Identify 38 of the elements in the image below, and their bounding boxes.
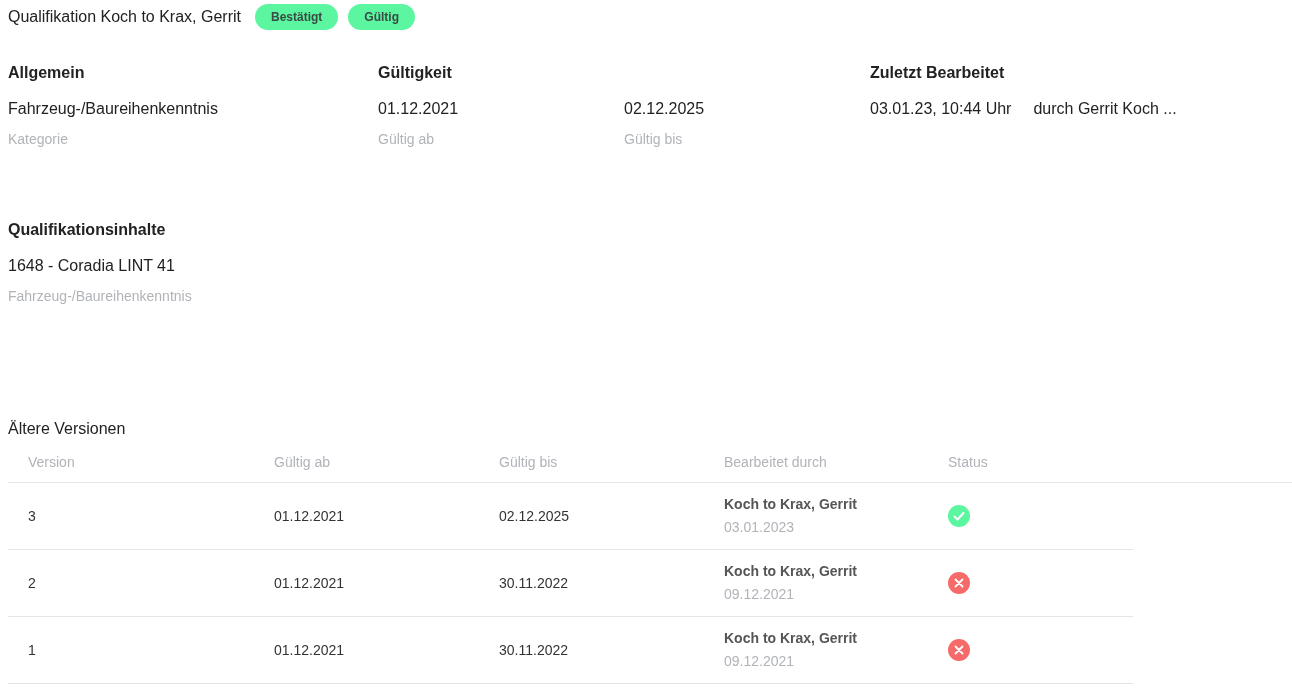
field-label: Gültig bis	[624, 130, 684, 149]
edit-time: 03.01.23, 10:44 Uhr	[870, 99, 1012, 119]
table-cell-text: 3	[28, 506, 37, 526]
column-header: Bearbeitet durch	[724, 453, 828, 472]
field-label: Gültig ab	[378, 130, 436, 149]
section-heading: Zuletzt Bearbeitet	[870, 63, 1006, 83]
edit-date: 09.12.2021	[724, 652, 796, 671]
table-cell-text: 30.11.2022	[499, 640, 570, 660]
field-value: 1648 - Coradia LINT 41	[8, 256, 176, 276]
field-label: Fahrzeug-/Baureihenkenntnis	[8, 287, 193, 306]
editor-name: Koch to Krax, Gerrit	[724, 495, 859, 514]
edited-by: durch Gerrit Koch ...	[1033, 99, 1177, 119]
editor-name: Koch to Krax, Gerrit	[724, 562, 859, 581]
column-header: Version	[28, 453, 76, 472]
field-value: Fahrzeug-/Baureihenkenntnis	[8, 99, 219, 119]
field-value: 02.12.2025	[624, 99, 706, 119]
table-cell-text: 01.12.2021	[274, 640, 346, 660]
field-value: 01.12.2021	[378, 99, 460, 119]
section-heading: Gültigkeit	[378, 63, 453, 83]
table-cell-text: 30.11.2022	[499, 573, 570, 593]
status-badge: Gültig	[348, 4, 415, 30]
table-cell-text: 1	[28, 640, 37, 660]
section-heading: Allgemein	[8, 63, 86, 83]
edit-date: 09.12.2021	[724, 585, 796, 604]
column-header: Gültig bis	[499, 453, 559, 472]
column-header: Status	[948, 453, 989, 472]
table-cell-text: 01.12.2021	[274, 506, 346, 526]
page-title: Qualifikation Koch to Krax, Gerrit	[8, 7, 241, 27]
table-cell-text: 2	[28, 573, 37, 593]
editor-name: Koch to Krax, Gerrit	[724, 629, 859, 648]
section-heading: Qualifikationsinhalte	[8, 220, 167, 240]
table-cell-text: 02.12.2025	[499, 506, 571, 526]
status-badge: Bestätigt	[255, 4, 339, 30]
edit-date: 03.01.2023	[724, 518, 796, 537]
table-cell-text: 01.12.2021	[274, 573, 346, 593]
section-title: Ältere Versionen	[8, 419, 127, 439]
field-label: Kategorie	[8, 130, 69, 149]
column-header: Gültig ab	[274, 453, 332, 472]
